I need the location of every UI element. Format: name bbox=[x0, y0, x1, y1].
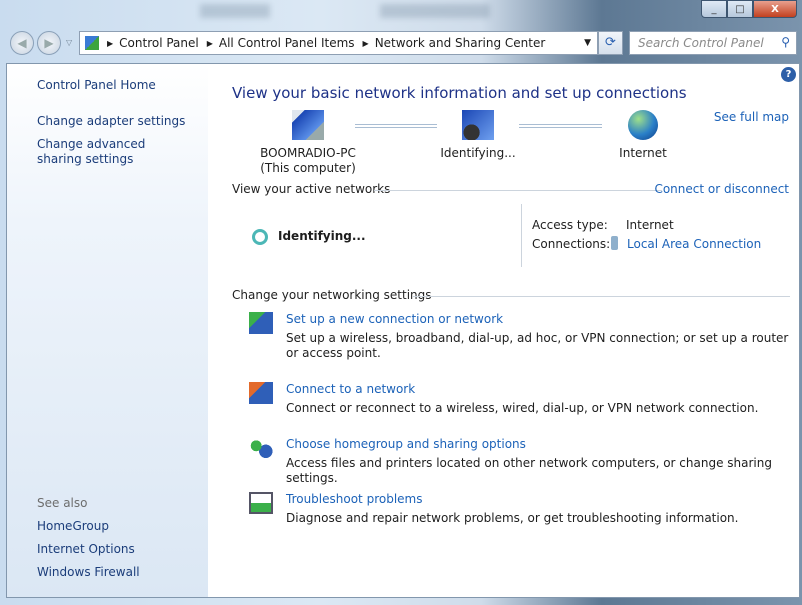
see-also-label: See also bbox=[37, 496, 88, 510]
active-network-name: Identifying... bbox=[278, 229, 366, 243]
connect-or-disconnect-link[interactable]: Connect or disconnect bbox=[654, 182, 789, 196]
search-icon[interactable]: ⚲ bbox=[781, 35, 790, 49]
map-node-network[interactable]: Identifying... bbox=[428, 110, 528, 161]
close-button[interactable]: X bbox=[753, 0, 797, 18]
local-area-connection-link[interactable]: Local Area Connection bbox=[627, 237, 761, 251]
map-connector bbox=[519, 124, 602, 128]
background-blur bbox=[200, 4, 270, 18]
help-icon[interactable]: ? bbox=[781, 67, 796, 82]
sidebar-change-advanced-sharing[interactable]: Change advanced sharing settings bbox=[37, 137, 187, 167]
network-name: Identifying... bbox=[440, 146, 516, 160]
task-link[interactable]: Connect to a network bbox=[286, 382, 796, 396]
breadcrumb-network-center[interactable]: Network and Sharing Center bbox=[375, 36, 546, 50]
connect-network-icon bbox=[249, 382, 273, 404]
task-link[interactable]: Troubleshoot problems bbox=[286, 492, 796, 506]
identifying-spinner-icon bbox=[252, 229, 268, 245]
sidebar: Control Panel Home Change adapter settin… bbox=[7, 64, 208, 597]
refresh-button[interactable]: ⟳ bbox=[598, 31, 623, 55]
map-node-internet[interactable]: Internet bbox=[608, 110, 678, 161]
divider bbox=[521, 204, 522, 267]
sidebar-homegroup[interactable]: HomeGroup bbox=[37, 519, 109, 534]
task-description: Diagnose and repair network problems, or… bbox=[286, 511, 739, 525]
new-connection-icon bbox=[249, 312, 273, 334]
access-type-label: Access type: bbox=[532, 218, 608, 232]
background-blur bbox=[380, 4, 490, 18]
breadcrumb-control-panel[interactable]: Control Panel bbox=[119, 36, 199, 50]
map-connector bbox=[355, 124, 437, 128]
sidebar-control-panel-home[interactable]: Control Panel Home bbox=[37, 78, 156, 93]
connections-label: Connections: bbox=[532, 237, 611, 251]
search-placeholder: Search Control Panel bbox=[638, 36, 764, 50]
minimize-button[interactable]: _ bbox=[701, 0, 727, 18]
back-button[interactable]: ◀ bbox=[10, 31, 34, 55]
globe-icon bbox=[628, 110, 658, 140]
homegroup-icon bbox=[249, 437, 273, 459]
ethernet-icon bbox=[611, 236, 618, 250]
computer-name: BOOMRADIO-PC bbox=[260, 146, 356, 160]
access-type-value: Internet bbox=[626, 218, 674, 232]
divider bbox=[374, 190, 662, 191]
window-controls: _ □ X bbox=[701, 0, 797, 18]
computer-sub: (This computer) bbox=[260, 161, 356, 175]
task-new-connection: Set up a new connection or network Set up… bbox=[249, 312, 796, 361]
active-networks-header: View your active networks bbox=[232, 182, 391, 196]
chevron-right-icon[interactable]: ▶ bbox=[363, 39, 369, 48]
settings-header: Change your networking settings bbox=[232, 288, 432, 302]
address-bar[interactable]: ▶ Control Panel ▶ All Control Panel Items … bbox=[79, 31, 598, 55]
chevron-right-icon[interactable]: ▶ bbox=[107, 39, 113, 48]
divider bbox=[413, 296, 790, 297]
task-description: Access files and printers located on oth… bbox=[286, 456, 772, 485]
forward-button[interactable]: ▶ bbox=[37, 31, 61, 55]
task-description: Set up a wireless, broadband, dial-up, a… bbox=[286, 331, 789, 360]
window-frame: _ □ X ◀ ▶ ▽ ▶ Control Panel ▶ All Control … bbox=[0, 0, 802, 605]
recent-pages-dropdown[interactable]: ▽ bbox=[66, 38, 72, 47]
sidebar-windows-firewall[interactable]: Windows Firewall bbox=[37, 565, 140, 580]
task-description: Connect or reconnect to a wireless, wire… bbox=[286, 401, 759, 415]
address-dropdown-icon[interactable]: ▼ bbox=[584, 38, 591, 48]
task-link[interactable]: Set up a new connection or network bbox=[286, 312, 796, 326]
troubleshoot-icon bbox=[249, 492, 273, 514]
sidebar-internet-options[interactable]: Internet Options bbox=[37, 542, 135, 557]
main-panel: ? View your basic network information an… bbox=[208, 64, 799, 597]
page-title: View your basic network information and … bbox=[232, 84, 687, 102]
network-identifying-icon bbox=[462, 110, 494, 140]
breadcrumb-all-items[interactable]: All Control Panel Items bbox=[219, 36, 355, 50]
see-full-map-link[interactable]: See full map bbox=[714, 110, 789, 124]
map-node-computer[interactable]: BOOMRADIO-PC (This computer) bbox=[248, 110, 368, 176]
task-link[interactable]: Choose homegroup and sharing options bbox=[286, 437, 796, 451]
content-area: Control Panel Home Change adapter settin… bbox=[6, 63, 800, 598]
maximize-button[interactable]: □ bbox=[727, 0, 753, 18]
task-connect-network: Connect to a network Connect or reconnect… bbox=[249, 382, 796, 416]
task-homegroup: Choose homegroup and sharing options Acce… bbox=[249, 437, 796, 486]
control-panel-icon bbox=[85, 36, 99, 50]
internet-label: Internet bbox=[619, 146, 667, 160]
sidebar-change-adapter-settings[interactable]: Change adapter settings bbox=[37, 114, 185, 129]
computer-icon bbox=[292, 110, 324, 140]
search-input[interactable]: Search Control Panel ⚲ bbox=[629, 31, 797, 55]
task-troubleshoot: Troubleshoot problems Diagnose and repair… bbox=[249, 492, 796, 526]
chevron-right-icon[interactable]: ▶ bbox=[207, 39, 213, 48]
